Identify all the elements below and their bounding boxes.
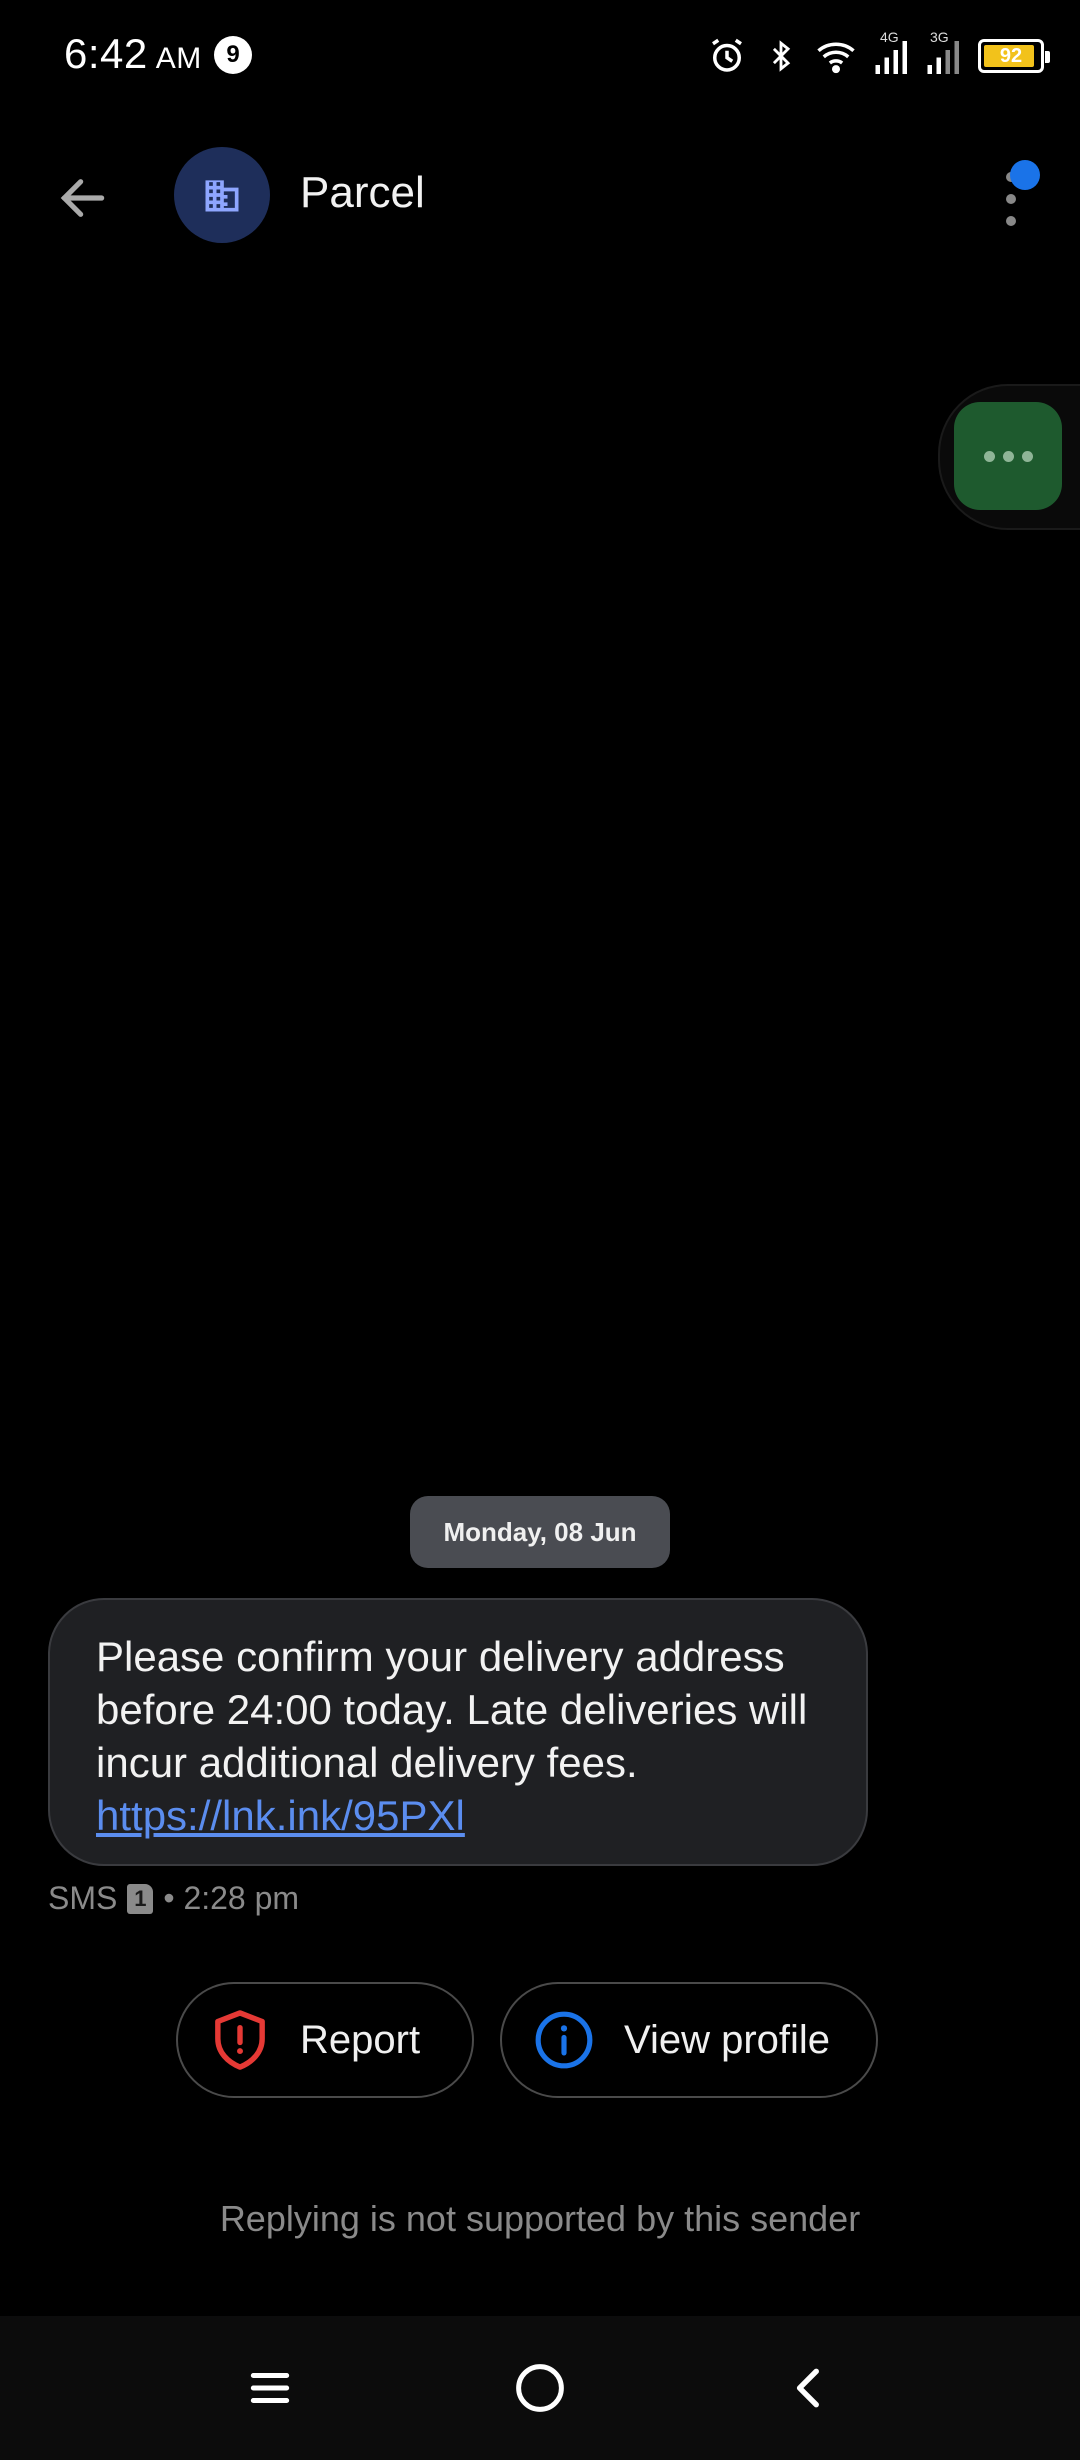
conversation-header: Parcel [0,140,1080,250]
battery-icon: 92 [978,39,1050,73]
status-icons: 4G 3G 92 [706,29,1050,80]
more-vert-dot [1006,216,1016,226]
chevron-left-icon [796,2368,819,2408]
network-type-2: 3G [930,29,949,45]
system-nav-bar [0,2316,1080,2460]
clock-ampm: AM [155,42,202,75]
info-icon [532,2008,596,2072]
more-horiz-dot [1021,450,1033,462]
notification-count-icon: 9 [214,36,252,74]
report-button[interactable]: Report [176,1982,474,2098]
signal-4g: 4G [874,29,910,77]
alarm-icon [712,38,742,72]
building-icon [205,180,239,212]
battery-percent: 92 [999,44,1023,67]
view-profile-button[interactable]: View profile [500,1982,878,2098]
back-button[interactable] [50,165,116,231]
messages-screen: 6:42 AM 9 4G 3G 92 Parcel Monday, 08 Jun… [0,0,1080,2460]
floating-bubble-button[interactable] [954,402,1062,510]
bluetooth-icon [772,40,791,72]
menu-icon [250,2373,290,2403]
wifi-icon [817,42,855,74]
message-link[interactable]: https://lnk.ink/95PXl [96,1792,465,1839]
unread-indicator-dot [1010,160,1040,190]
arrow-left-icon [60,179,105,217]
avatar[interactable] [174,147,270,243]
message-text: Please confirm your delivery address bef… [96,1633,808,1786]
sim-icon: 1 [127,1883,154,1914]
reply-not-supported-note: Replying is not supported by this sender [219,2198,861,2239]
message-time: • 2:28 pm [163,1880,300,1916]
message-type: SMS [48,1880,118,1916]
recents-button[interactable] [234,2352,306,2424]
clock-time: 6:42 [64,30,148,77]
signal-3g: 3G [926,29,962,77]
message-meta: SMS 1 • 2:28 pm [48,1880,299,1917]
circle-home-icon [516,2364,564,2412]
back-nav-button[interactable] [774,2352,846,2424]
more-horiz-icon [983,450,995,462]
report-label: Report [300,2017,421,2062]
more-vert-dot [1006,194,1016,204]
status-bar: 6:42 AM 9 4G 3G 92 [0,0,1080,110]
network-type-1: 4G [880,29,899,45]
status-time: 6:42 AM [64,30,202,78]
home-button[interactable] [504,2352,576,2424]
more-horiz-dot [1002,450,1014,462]
contact-name[interactable]: Parcel [300,168,425,218]
view-profile-label: View profile [624,2017,831,2062]
date-separator: Monday, 08 Jun [410,1496,670,1568]
message-bubble[interactable]: Please confirm your delivery address bef… [48,1598,868,1866]
shield-alert-icon [208,2008,272,2072]
